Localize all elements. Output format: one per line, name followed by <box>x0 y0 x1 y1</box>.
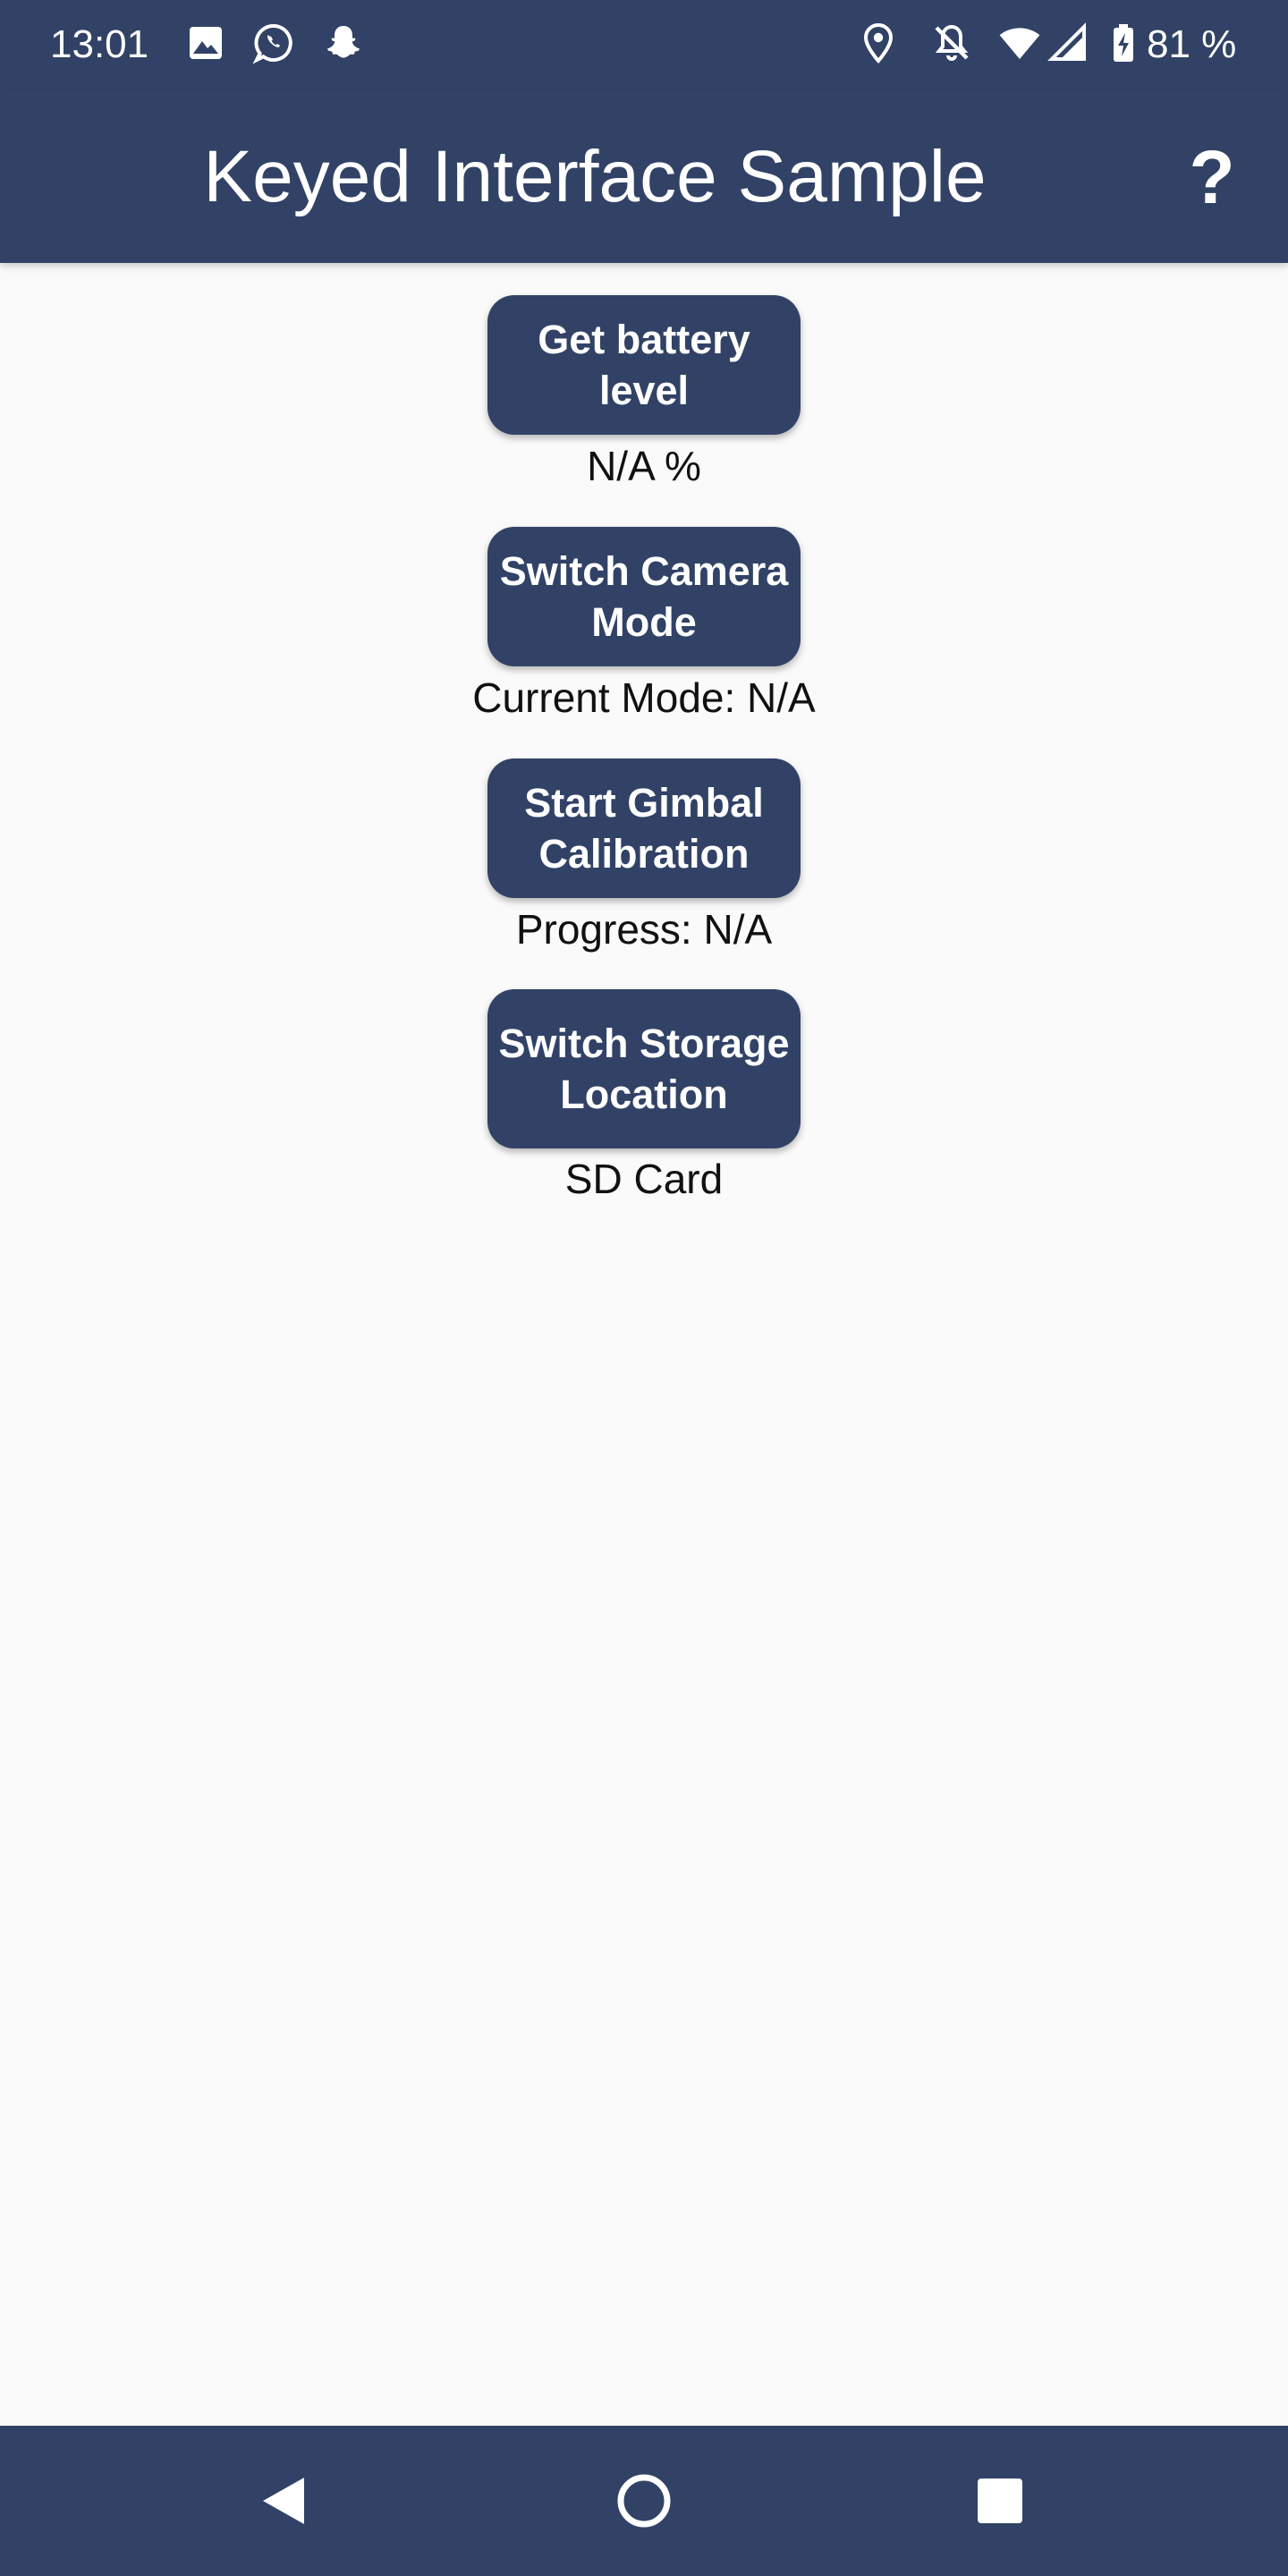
navigation-bar <box>0 2426 1288 2576</box>
location-icon <box>863 22 894 64</box>
gimbal-progress-value: Progress: N/A <box>515 906 773 953</box>
get-battery-level-button[interactable]: Get battery level <box>487 295 801 435</box>
notifications-off-icon <box>935 24 969 61</box>
help-button[interactable]: ? <box>1172 132 1252 222</box>
switch-camera-mode-label: Switch Camera Mode <box>499 548 789 645</box>
switch-camera-mode-button[interactable]: Switch Camera Mode <box>487 527 801 666</box>
image-icon <box>190 27 222 59</box>
cell-signal-icon <box>1047 22 1086 61</box>
back-icon[interactable] <box>240 2456 329 2546</box>
help-icon: ? <box>1189 135 1235 219</box>
switch-storage-location-button[interactable]: Switch Storage Location <box>487 989 801 1148</box>
status-bar: 13:01 81 % <box>0 0 1288 89</box>
battery-charging-icon <box>1114 24 1133 62</box>
switch-storage-location-label: Switch Storage Location <box>498 1021 790 1117</box>
app-title: Keyed Interface Sample <box>203 136 987 217</box>
battery-level-value: N/A % <box>587 443 701 489</box>
get-battery-level-label: Get battery level <box>538 317 750 413</box>
app-bar: Keyed Interface Sample ? <box>0 89 1288 263</box>
snapchat-icon <box>327 26 360 58</box>
whatsapp-icon <box>252 23 292 64</box>
wifi-icon <box>999 28 1040 59</box>
recents-icon[interactable] <box>955 2456 1045 2546</box>
camera-mode-value: Current Mode: N/A <box>472 674 816 721</box>
status-time: 13:01 <box>50 22 149 66</box>
start-gimbal-calibration-button[interactable]: Start Gimbal Calibration <box>487 758 801 898</box>
home-icon[interactable] <box>599 2456 689 2546</box>
battery-percent: 81 % <box>1147 22 1237 66</box>
start-gimbal-calibration-label: Start Gimbal Calibration <box>524 780 764 877</box>
storage-location-value: SD Card <box>564 1156 724 1202</box>
